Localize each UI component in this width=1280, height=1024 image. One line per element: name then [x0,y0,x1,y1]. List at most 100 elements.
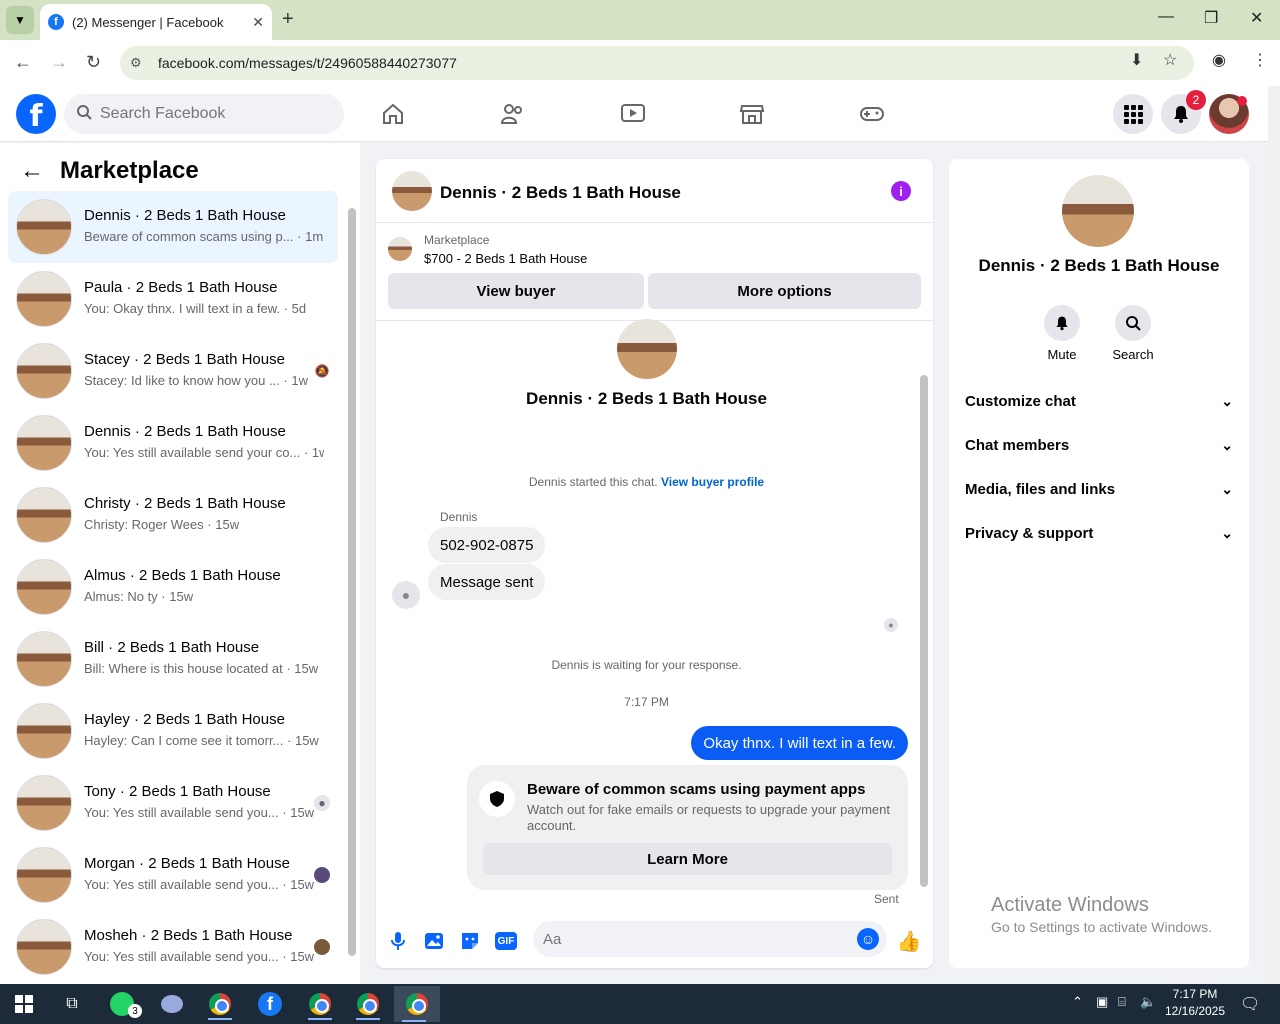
close-window-button[interactable]: ✕ [1250,8,1263,28]
conversation-snippet: Stacey: Id like to know how you ... · 1w [84,373,308,388]
message-input-field[interactable]: ☺ [533,921,887,957]
back-arrow-icon[interactable]: ← [20,157,44,185]
install-app-icon[interactable]: ⬇ [1130,50,1143,70]
listing-avatar [16,487,72,543]
chat-started-notice: Dennis started this chat. View buyer pro… [376,475,917,489]
reload-button[interactable]: ↻ [86,52,101,73]
customize-chat-section[interactable]: Customize chat ⌄ [965,379,1233,423]
browser-tab[interactable]: f (2) Messenger | Facebook ✕ [40,4,272,40]
forward-button[interactable]: → [50,52,68,73]
minimize-button[interactable]: — [1158,8,1174,26]
chevron-down-icon: ⌄ [1221,392,1233,409]
search-input[interactable] [100,105,320,123]
seen-avatar-icon [314,867,330,883]
facebook-search[interactable] [64,94,344,134]
view-buyer-button[interactable]: View buyer [388,273,644,309]
chrome-taskbar-icon-active[interactable] [394,986,440,1022]
info-icon[interactable]: i [891,181,911,201]
conversation-item[interactable]: Bill · 2 Beds 1 Bath House Bill: Where is… [8,623,338,695]
back-button[interactable]: ← [14,52,32,73]
view-buyer-profile-link[interactable]: View buyer profile [661,475,764,489]
close-tab-icon[interactable]: ✕ [252,14,264,31]
photo-icon[interactable] [423,930,445,952]
bookmark-star-icon[interactable]: ☆ [1163,50,1177,70]
conversation-item[interactable]: Morgan · 2 Beds 1 Bath House You: Yes sti… [8,839,338,911]
notification-center-icon[interactable]: 🗨 [1240,994,1260,1014]
incoming-message[interactable]: Message sent [428,564,546,600]
app-taskbar-icon[interactable] [152,988,192,1020]
emoji-icon[interactable]: ☺ [857,928,879,950]
conversation-item[interactable]: Mosheh · 2 Beds 1 Bath House You: Yes sti… [8,911,338,983]
more-options-button[interactable]: More options [648,273,921,309]
conversation-item[interactable]: Stacey · 2 Beds 1 Bath House Stacey: Id l… [8,335,338,407]
page-scrollbar[interactable] [1268,86,1280,984]
media-files-links-section[interactable]: Media, files and links ⌄ [965,467,1233,511]
conversation-item[interactable]: Dennis · 2 Beds 1 Bath House You: Yes sti… [8,407,338,479]
conversation-item[interactable]: Dennis · 2 Beds 1 Bath House Beware of co… [8,191,338,263]
sender-avatar-icon[interactable]: ● [392,581,420,609]
conversation-item[interactable]: Paula · 2 Beds 1 Bath House You: Okay thn… [8,263,338,335]
mute-label: Mute [1047,347,1077,362]
learn-more-button[interactable]: Learn More [483,843,892,875]
gif-icon[interactable]: GIF [495,932,517,950]
home-icon[interactable] [379,100,407,128]
address-bar[interactable]: ⚙ facebook.com/messages/t/24960588440273… [120,46,1194,80]
tray-chevron-icon[interactable]: ⌃ [1072,994,1083,1010]
marketplace-icon[interactable] [738,100,766,128]
browser-menu-icon[interactable]: ⋮ [1252,50,1268,70]
menu-grid-icon[interactable] [1113,94,1153,134]
clock-time: 7:17 PM [1172,987,1218,1001]
conversation-snippet: Bill: Where is this house located at · 1… [84,661,319,676]
volume-icon[interactable]: 🔈 [1140,994,1156,1010]
scrollbar-thumb[interactable] [348,208,356,956]
task-view-icon[interactable]: ⧉ [52,988,92,1020]
chrome-taskbar-icon[interactable] [300,988,340,1020]
privacy-support-section[interactable]: Privacy & support ⌄ [965,511,1233,555]
facebook-logo-icon[interactable]: f [16,94,56,134]
profile-icon[interactable]: ◉ [1212,50,1226,70]
site-info-icon[interactable]: ⚙ [130,55,150,71]
chat-scrollbar[interactable] [917,323,931,898]
conversation-item[interactable]: Almus · 2 Beds 1 Bath House Almus: No ty … [8,551,338,623]
scrollbar-thumb[interactable] [920,375,928,887]
chat-header: Dennis · 2 Beds 1 Bath House i [376,159,933,223]
sticker-icon[interactable] [459,930,481,952]
conversation-list: Dennis · 2 Beds 1 Bath House Beware of co… [8,191,338,983]
conversation-snippet: You: Okay thnx. I will text in a few. · … [84,301,307,316]
chrome-taskbar-icon[interactable] [348,988,388,1020]
tab-search-button[interactable]: ▼ [6,6,34,34]
tray-device-icon[interactable]: ▣ [1096,994,1108,1010]
conversation-item[interactable]: Christy · 2 Beds 1 Bath House Christy: Ro… [8,479,338,551]
listing-thumbnail[interactable] [388,237,412,261]
gaming-icon[interactable] [858,100,886,128]
facebook-taskbar-icon[interactable]: f [250,988,290,1020]
new-tab-button[interactable]: + [282,8,294,31]
info-avatar[interactable] [1062,175,1134,247]
restore-button[interactable]: ❐ [1204,8,1218,28]
chat-avatar[interactable] [392,171,432,211]
conversation-item[interactable]: Tony · 2 Beds 1 Bath House You: Yes still… [8,767,338,839]
outgoing-message[interactable]: Okay thnx. I will text in a few. [691,726,908,760]
whatsapp-taskbar-icon[interactable]: 3 [102,988,142,1020]
network-icon[interactable]: ⌸ [1118,994,1126,1010]
taskbar-clock[interactable]: 7:17 PM 12/16/2025 [1160,986,1230,1020]
thumbs-up-icon[interactable]: 👍 [897,930,922,953]
video-icon[interactable] [619,100,647,128]
microphone-icon[interactable] [387,930,409,952]
watermark-subtitle: Go to Settings to activate Windows. [991,919,1212,935]
friends-icon[interactable] [499,100,527,128]
mute-action[interactable]: Mute [1032,305,1092,362]
listing-title[interactable]: $700 - 2 Beds 1 Bath House [424,251,587,266]
start-button[interactable] [4,988,44,1020]
chat-title[interactable]: Dennis · 2 Beds 1 Bath House [440,183,681,203]
section-label: Media, files and links [965,480,1116,498]
sidebar-scrollbar[interactable] [348,193,356,978]
conversation-item[interactable]: Hayley · 2 Beds 1 Bath House Hayley: Can … [8,695,338,767]
chat-members-section[interactable]: Chat members ⌄ [965,423,1233,467]
message-timestamp: 7:17 PM [624,695,669,709]
chrome-taskbar-icon[interactable] [200,988,240,1020]
message-input[interactable] [543,930,843,948]
incoming-message[interactable]: 502-902-0875 [428,527,546,563]
search-action[interactable]: Search [1103,305,1163,362]
conversation-snippet: You: Yes still available send you... · 1… [84,877,315,892]
